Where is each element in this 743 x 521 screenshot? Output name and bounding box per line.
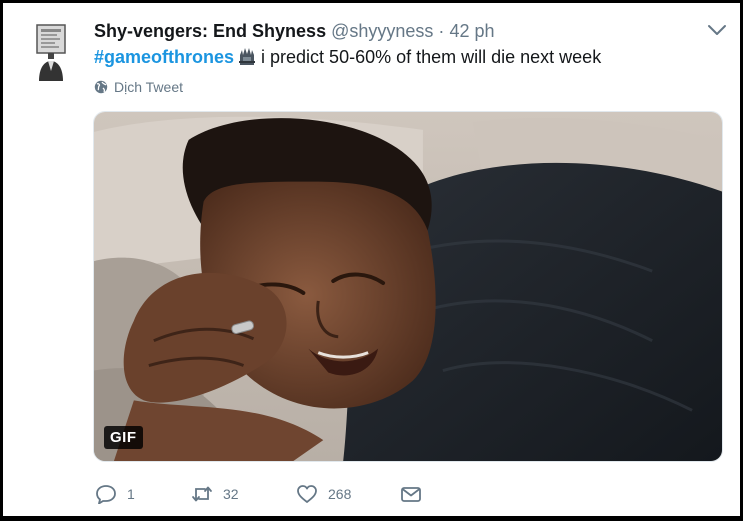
like-count: 268 [328,486,352,502]
iron-throne-icon [239,48,256,65]
retweet-count: 32 [223,486,239,502]
globe-icon [94,80,108,94]
translate-label: Dịch Tweet [114,79,183,95]
tweet-card: Shy-vengers: End Shyness @shyyyness · 42… [3,3,740,516]
chevron-down-icon[interactable] [706,22,728,38]
crying-man-gif-image [94,112,722,461]
tweet-actions: 1 32 268 [95,484,432,504]
gif-badge: GIF [104,426,143,449]
profile-avatar-icon[interactable] [35,23,67,81]
translate-tweet-link[interactable]: Dịch Tweet [94,79,183,95]
like-button[interactable]: 268 [296,484,400,504]
hashtag-link[interactable]: #gameofthrones [94,47,234,67]
gif-media[interactable]: GIF [93,111,723,462]
envelope-icon [401,487,421,502]
display-name[interactable]: Shy-vengers: End Shyness [94,21,326,41]
heart-icon [297,485,317,503]
reply-icon [96,485,116,504]
tweet-text: #gameofthrones i predict 50-60% of them … [94,45,601,69]
reply-button[interactable]: 1 [95,484,191,504]
direct-message-button[interactable] [400,484,432,504]
user-handle[interactable]: @shyyyness [331,21,433,41]
tweet-header: Shy-vengers: End Shyness @shyyyness · 42… [94,20,680,42]
retweet-button[interactable]: 32 [191,484,296,504]
tweet-body: i predict 50-60% of them will die next w… [261,47,602,67]
retweet-icon [192,486,212,502]
reply-count: 1 [127,486,135,502]
separator-dot: · [438,21,445,41]
tweet-timestamp[interactable]: 42 ph [449,21,494,41]
